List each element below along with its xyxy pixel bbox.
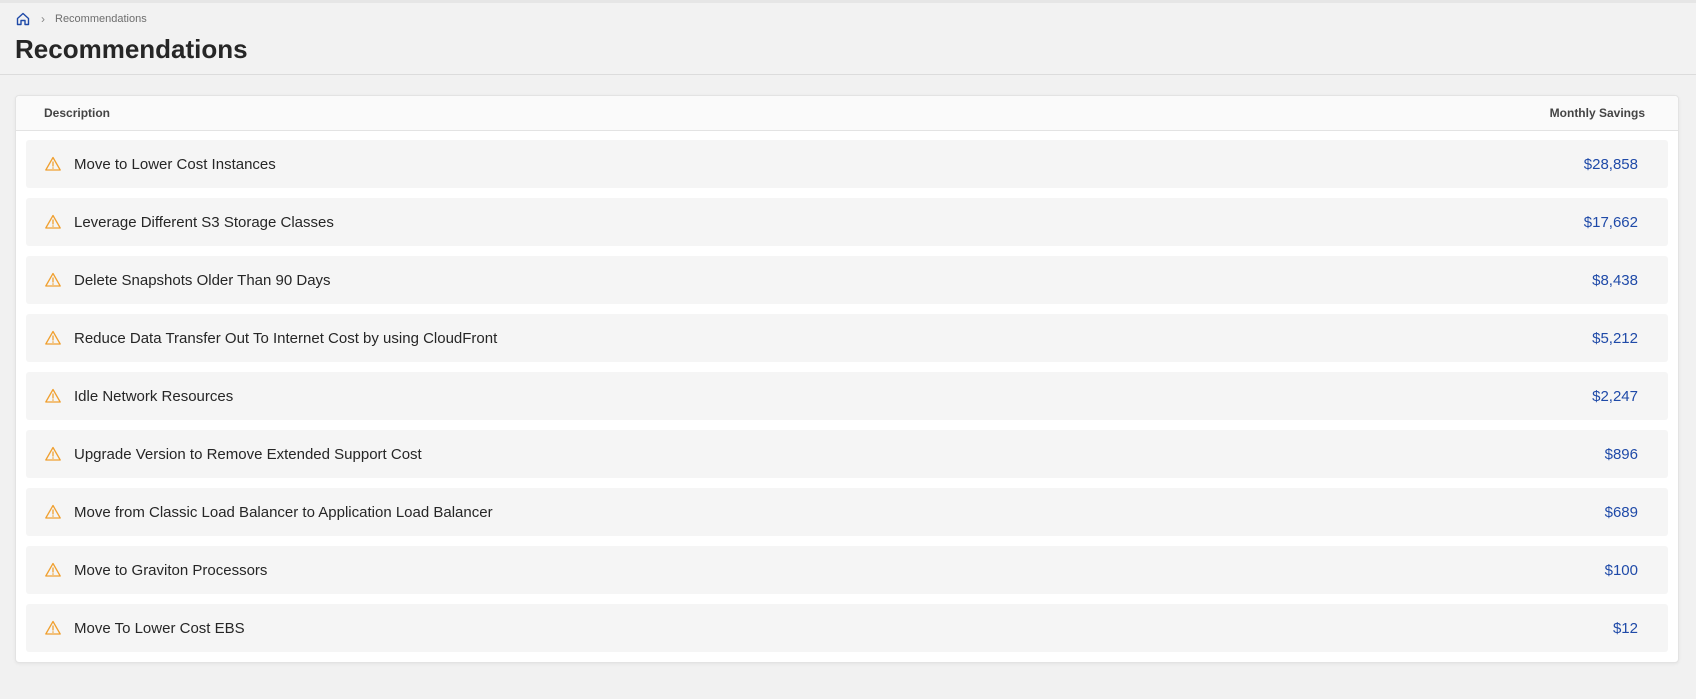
row-description: Upgrade Version to Remove Extended Suppo… <box>74 445 422 463</box>
page-header: › Recommendations Recommendations <box>0 0 1696 75</box>
chevron-right-icon: › <box>41 12 45 26</box>
row-description-cell: Move to Graviton Processors <box>44 561 267 579</box>
warning-icon <box>45 504 61 519</box>
row-description: Idle Network Resources <box>74 387 234 405</box>
row-description-cell: Move To Lower Cost EBS <box>44 619 245 637</box>
row-monthly-savings: $8,438 <box>1592 271 1638 289</box>
warning-icon <box>45 156 61 171</box>
warning-icon <box>45 214 61 229</box>
row-monthly-savings: $2,247 <box>1592 387 1638 405</box>
row-description: Leverage Different S3 Storage Classes <box>74 213 334 231</box>
recommendations-table: Description Monthly Savings Move to Lowe… <box>15 95 1679 663</box>
table-row[interactable]: Move to Lower Cost Instances $28,858 <box>26 140 1668 188</box>
row-monthly-savings: $689 <box>1604 503 1638 521</box>
table-row[interactable]: Move to Graviton Processors $100 <box>26 546 1668 594</box>
table-row[interactable]: Idle Network Resources $2,247 <box>26 372 1668 420</box>
breadcrumb-current: Recommendations <box>55 13 147 25</box>
row-description-cell: Move from Classic Load Balancer to Appli… <box>44 503 493 521</box>
table-row[interactable]: Leverage Different S3 Storage Classes $17… <box>26 198 1668 246</box>
row-description: Delete Snapshots Older Than 90 Days <box>74 271 331 289</box>
table-row[interactable]: Delete Snapshots Older Than 90 Days $8,43… <box>26 256 1668 304</box>
row-description: Move from Classic Load Balancer to Appli… <box>74 503 493 521</box>
table-row[interactable]: Reduce Data Transfer Out To Internet Cos… <box>26 314 1668 362</box>
warning-icon <box>45 562 61 577</box>
row-description: Move to Graviton Processors <box>74 561 268 579</box>
row-monthly-savings: $12 <box>1612 619 1638 637</box>
row-monthly-savings: $5,212 <box>1592 329 1638 347</box>
warning-icon <box>45 330 61 345</box>
row-description: Reduce Data Transfer Out To Internet Cos… <box>74 329 498 347</box>
row-description: Move To Lower Cost EBS <box>74 619 245 637</box>
row-monthly-savings: $17,662 <box>1583 213 1638 231</box>
table-body: Move to Lower Cost Instances $28,858 Lever… <box>16 131 1678 652</box>
row-monthly-savings: $896 <box>1604 445 1638 463</box>
row-description-cell: Idle Network Resources <box>44 387 233 405</box>
column-header-description[interactable]: Description <box>44 106 110 120</box>
page-title: Recommendations <box>15 34 248 64</box>
warning-icon <box>45 272 61 287</box>
row-description-cell: Move to Lower Cost Instances <box>44 155 276 173</box>
breadcrumb: › Recommendations <box>15 11 147 27</box>
column-header-monthly-savings[interactable]: Monthly Savings <box>1550 106 1645 120</box>
table-row[interactable]: Upgrade Version to Remove Extended Suppo… <box>26 430 1668 478</box>
table-row[interactable]: Move To Lower Cost EBS $12 <box>26 604 1668 652</box>
warning-icon <box>45 388 61 403</box>
row-description-cell: Leverage Different S3 Storage Classes <box>44 213 334 231</box>
home-icon[interactable] <box>15 11 31 27</box>
row-monthly-savings: $28,858 <box>1583 155 1638 173</box>
warning-icon <box>45 446 61 461</box>
table-header: Description Monthly Savings <box>16 96 1678 131</box>
row-description: Move to Lower Cost Instances <box>74 155 276 173</box>
row-description-cell: Delete Snapshots Older Than 90 Days <box>44 271 331 289</box>
warning-icon <box>45 620 61 635</box>
top-border <box>0 0 1696 3</box>
row-monthly-savings: $100 <box>1604 561 1638 579</box>
row-description-cell: Upgrade Version to Remove Extended Suppo… <box>44 445 422 463</box>
table-row[interactable]: Move from Classic Load Balancer to Appli… <box>26 488 1668 536</box>
row-description-cell: Reduce Data Transfer Out To Internet Cos… <box>44 329 497 347</box>
